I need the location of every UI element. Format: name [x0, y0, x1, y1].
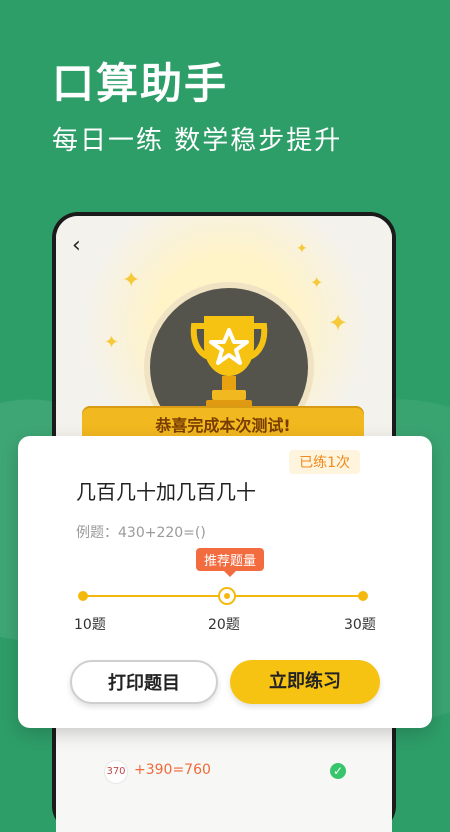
slider-stop-30[interactable] — [358, 591, 368, 601]
trophy-area: ‹ ✦ ✦ ✦ ✦ ✦ 恭喜完成本次测试! — [56, 216, 392, 456]
slider-label-20: 20题 — [208, 617, 240, 633]
sparkle-icon: ✦ — [328, 309, 349, 337]
sparkle-icon: ✦ — [122, 268, 141, 293]
pencil-note-icon: 370 — [104, 760, 128, 784]
slider-stop-10[interactable] — [78, 591, 88, 601]
sparkle-icon: ✦ — [296, 241, 308, 257]
print-button[interactable]: 打印题目 — [70, 660, 218, 704]
result-text: +390=760 — [134, 762, 211, 778]
practice-count-badge: 已练1次 — [289, 450, 360, 474]
slider-label-10: 10题 — [74, 617, 106, 633]
back-chevron-icon[interactable]: ‹ — [72, 234, 96, 258]
result-list-item: 370 +390=760 ✓ — [88, 754, 358, 788]
sparkle-icon: ✦ — [104, 332, 120, 353]
slider-thumb[interactable] — [218, 587, 236, 605]
check-icon: ✓ — [330, 763, 346, 779]
start-practice-button[interactable]: 立即练习 — [230, 660, 380, 704]
recommended-tooltip: 推荐题量 — [196, 548, 265, 571]
question-count-slider[interactable] — [78, 587, 368, 605]
promo-subheadline: 每日一练 数学稳步提升 — [52, 126, 343, 156]
example-text: 例题：430+220=() — [76, 525, 206, 541]
slider-label-30: 30题 — [344, 617, 376, 633]
practice-title: 几百几十加几百几十 — [76, 480, 256, 504]
practice-sheet: 已练1次 几百几十加几百几十 例题：430+220=() 推荐题量 10题 20… — [18, 436, 432, 728]
sparkle-icon: ✦ — [310, 273, 324, 292]
promo-headline: 口算助手 — [52, 59, 229, 108]
trophy-icon — [190, 316, 268, 410]
